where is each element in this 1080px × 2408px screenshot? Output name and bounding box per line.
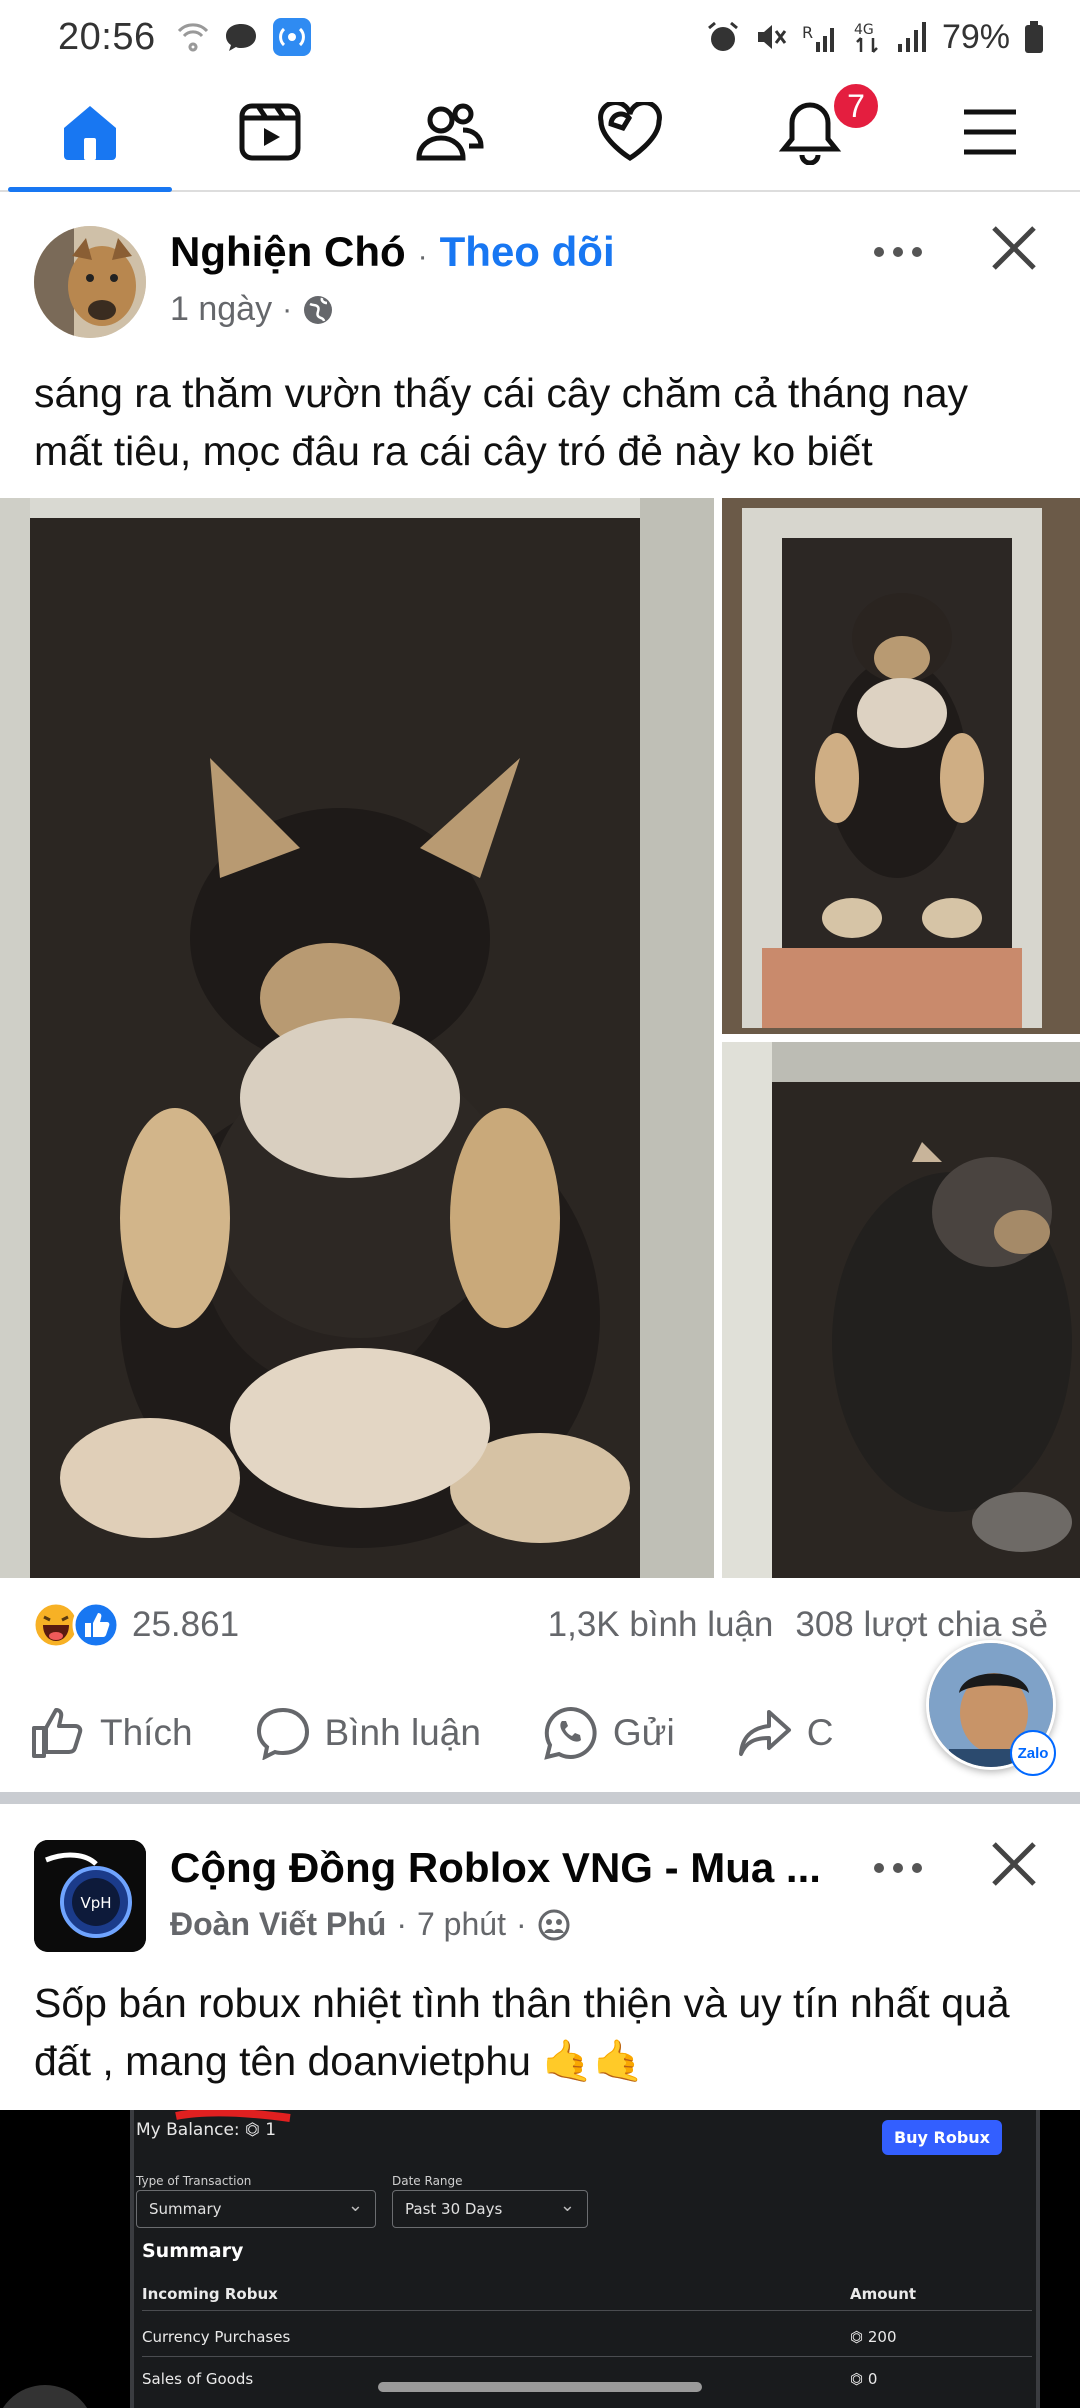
floating-control-edge xyxy=(2,2385,88,2408)
reactions-bar: 25.861 1,3K bình luận 308 lượt chia sẻ xyxy=(0,1578,1080,1672)
comment-label: Bình luận xyxy=(324,1712,481,1753)
wifi-calling-icon xyxy=(177,23,208,52)
more-options-button[interactable] xyxy=(868,232,928,272)
date-range-select: Past 30 Days xyxy=(392,2190,588,2228)
comment-icon xyxy=(256,1707,309,1760)
friends-icon xyxy=(416,103,484,161)
alarm-icon xyxy=(707,21,738,51)
meta-separator: · xyxy=(396,1906,407,1942)
reaction-count[interactable]: 25.861 xyxy=(132,1605,239,1645)
summary-heading: Summary xyxy=(142,2240,244,2262)
group-privacy-icon xyxy=(538,1909,570,1940)
robux-balance: My Balance: ⏣ 1 xyxy=(136,2120,277,2140)
transaction-type-select: Summary xyxy=(136,2190,376,2228)
send-button[interactable]: Gửi xyxy=(543,1705,675,1761)
like-button[interactable]: Thích xyxy=(30,1706,193,1760)
page-avatar[interactable] xyxy=(34,226,146,338)
photo-grid xyxy=(0,498,1080,1578)
network-4g-icon: 4G xyxy=(854,22,878,53)
group-name[interactable]: Cộng Đồng Roblox VNG - Mua ... xyxy=(170,1844,830,1892)
photo-secondary-2[interactable] xyxy=(722,1042,1080,1578)
status-bar: 20:56 R 4G 79% xyxy=(0,0,1080,74)
photo-main[interactable] xyxy=(0,498,714,1578)
tab-dating[interactable] xyxy=(540,74,720,190)
reaction-icons[interactable] xyxy=(32,1601,120,1649)
like-reaction-icon xyxy=(72,1601,120,1649)
heart-icon xyxy=(598,102,662,161)
like-label: Thích xyxy=(100,1712,193,1753)
post-time[interactable]: 7 phút xyxy=(417,1906,506,1943)
top-nav-bar: 7 xyxy=(0,74,1080,192)
svg-text:VpH: VpH xyxy=(80,1894,111,1912)
post-header: Nghiện Chó · Theo dõi 1 ngày · xyxy=(0,194,1080,344)
feed-post: Nghiện Chó · Theo dõi 1 ngày · sáng ra t… xyxy=(0,194,1080,480)
svg-text:R: R xyxy=(802,23,813,42)
comment-count[interactable]: 1,3K bình luận xyxy=(548,1605,774,1645)
post-divider xyxy=(0,1792,1080,1804)
svg-text:4G: 4G xyxy=(854,22,874,38)
clock: 20:56 xyxy=(58,15,156,58)
globe-icon xyxy=(304,295,333,324)
amount-header: Amount xyxy=(850,2285,917,2303)
group-avatar[interactable]: VpH xyxy=(34,1840,146,1952)
hamburger-menu-icon xyxy=(964,109,1016,155)
author-name[interactable]: Nghiện Chó xyxy=(170,228,406,276)
share-count[interactable]: 308 lượt chia sẻ xyxy=(795,1605,1048,1645)
tab-video[interactable] xyxy=(180,74,360,190)
buy-robux-button: Buy Robux xyxy=(881,2120,1002,2155)
battery-percent: 79% xyxy=(941,17,1010,56)
post-time[interactable]: 1 ngày xyxy=(170,290,272,329)
home-icon xyxy=(64,106,116,160)
photo-secondary-1[interactable] xyxy=(722,498,1080,1034)
tab-friends[interactable] xyxy=(360,74,540,190)
post-image-robux-screenshot[interactable]: My Balance: ⏣ 1 Buy Robux Type of Transa… xyxy=(0,2110,1080,2408)
battery-icon xyxy=(1025,21,1043,53)
notification-badge: 7 xyxy=(830,80,882,132)
close-icon[interactable] xyxy=(984,218,1044,278)
post-actions: Thích Bình luận Gửi C xyxy=(0,1678,1080,1788)
zalo-badge: Zalo xyxy=(1010,1730,1056,1776)
incoming-robux-header: Incoming Robux xyxy=(142,2285,278,2303)
whatsapp-icon xyxy=(544,1706,597,1760)
home-gesture-bar[interactable] xyxy=(378,2382,702,2392)
chat-bubble-icon xyxy=(225,24,256,51)
post-text: sáng ra thăm vườn thấy cái cây chăm cả t… xyxy=(34,370,969,474)
feed-post: VpH Cộng Đồng Roblox VNG - Mua ... Đoàn … xyxy=(0,1804,1080,2090)
comment-button[interactable]: Bình luận xyxy=(255,1706,481,1760)
more-options-button[interactable] xyxy=(868,1848,928,1888)
date-range-label: Date Range xyxy=(392,2174,463,2188)
signal-bars-icon xyxy=(897,22,926,52)
transaction-type-label: Type of Transaction xyxy=(136,2174,252,2188)
share-arrow-icon xyxy=(738,1710,791,1756)
tab-home[interactable] xyxy=(0,74,180,192)
separator-dot: · xyxy=(417,240,428,273)
thumbs-up-icon xyxy=(32,1708,83,1758)
signal-r-icon: R xyxy=(802,23,834,52)
close-icon[interactable] xyxy=(984,1834,1044,1894)
tab-notifications[interactable]: 7 xyxy=(720,74,900,190)
share-button[interactable]: C xyxy=(737,1706,834,1760)
post-header: VpH Cộng Đồng Roblox VNG - Mua ... Đoàn … xyxy=(0,1804,1080,1954)
send-label: Gửi xyxy=(612,1712,675,1753)
video-icon xyxy=(239,103,301,161)
post-text: Sốp bán robux nhiệt tình thân thiện và u… xyxy=(34,1980,1010,2084)
meta-separator: · xyxy=(282,292,293,326)
hotspot-icon xyxy=(272,18,311,56)
post-author[interactable]: Đoàn Viết Phú xyxy=(170,1906,386,1943)
share-label: C xyxy=(806,1712,834,1753)
tab-menu[interactable] xyxy=(900,74,1080,190)
table-row: Currency Purchases ⏣ 200 xyxy=(142,2328,897,2346)
meta-separator: · xyxy=(515,1906,527,1942)
follow-button[interactable]: Theo dõi xyxy=(440,228,615,276)
mute-icon xyxy=(757,25,787,49)
